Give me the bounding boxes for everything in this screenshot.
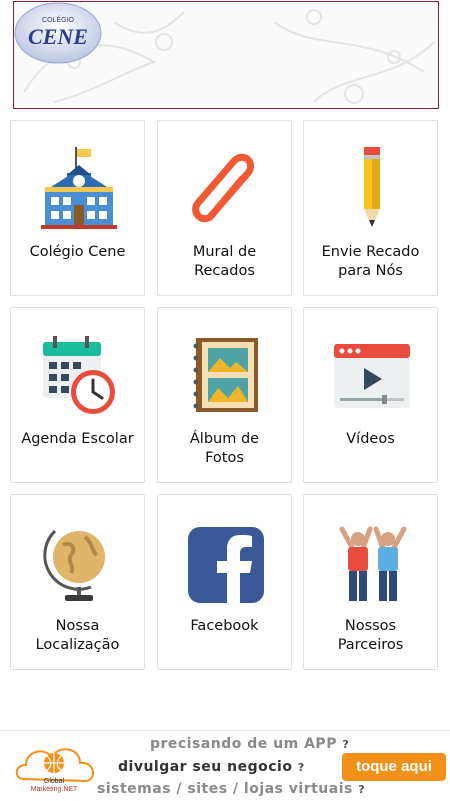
ad-line-2: divulgar seu negocio ? [118, 759, 305, 775]
tile-label: Nossos Parceiros [337, 618, 404, 653]
ad-line-3: sistemas / sites / lojas virtuais ? [97, 781, 366, 797]
tile-envie-recado[interactable]: Envie Recado para Nós [303, 120, 438, 296]
tile-mural-recados[interactable]: Mural de Recados [157, 120, 292, 296]
global-marketing-logo: Global Marketing.NET [15, 748, 95, 793]
svg-text:Global: Global [44, 778, 65, 785]
school-building-icon [41, 147, 117, 229]
tile-label: Envie Recado para Nós [321, 244, 420, 279]
cene-logo: COLÉGIO CENE [14, 2, 102, 64]
tile-label: Nossa Localização [35, 618, 120, 653]
tile-label: Colégio Cene [29, 244, 126, 260]
tile-label: Vídeos [346, 431, 395, 447]
globe-icon [43, 529, 105, 601]
photo-album-icon [193, 338, 258, 412]
facebook-icon [188, 527, 264, 603]
tile-album-fotos[interactable]: Álbum de Fotos [157, 307, 292, 483]
svg-text:Marketing.NET: Marketing.NET [31, 786, 78, 793]
ad-banner[interactable]: Global Marketing.NET precisando de um AP… [0, 730, 450, 801]
tile-nossa-localizacao[interactable]: Nossa Localização [10, 494, 145, 670]
pencil-icon [364, 147, 380, 227]
tile-label: Mural de Recados [192, 244, 257, 279]
ad-line-1: precisando de um APP ? [150, 736, 350, 752]
tile-label: Facebook [190, 618, 259, 634]
svg-text:COLÉGIO: COLÉGIO [42, 15, 74, 24]
tile-label: Agenda Escolar [21, 431, 134, 447]
calendar-clock-icon [43, 336, 115, 414]
tile-agenda-escolar[interactable]: Agenda Escolar [10, 307, 145, 483]
tile-nossos-parceiros[interactable]: Nossos Parceiros [303, 494, 438, 670]
app-header-banner: COLÉGIO CENE [13, 1, 439, 109]
menu-grid: Colégio Cene Mural de Recados Envie Reca… [10, 120, 440, 670]
tile-videos[interactable]: Vídeos [303, 307, 438, 483]
people-cheering-icon [339, 526, 407, 601]
svg-text:CENE: CENE [28, 24, 88, 49]
tile-colegio-cene[interactable]: Colégio Cene [10, 120, 145, 296]
tile-facebook[interactable]: Facebook [157, 494, 292, 670]
paperclip-icon [192, 153, 255, 223]
tile-label: Álbum de Fotos [189, 431, 260, 466]
toque-aqui-button[interactable]: toque aqui [342, 753, 446, 781]
video-player-icon [334, 344, 410, 408]
